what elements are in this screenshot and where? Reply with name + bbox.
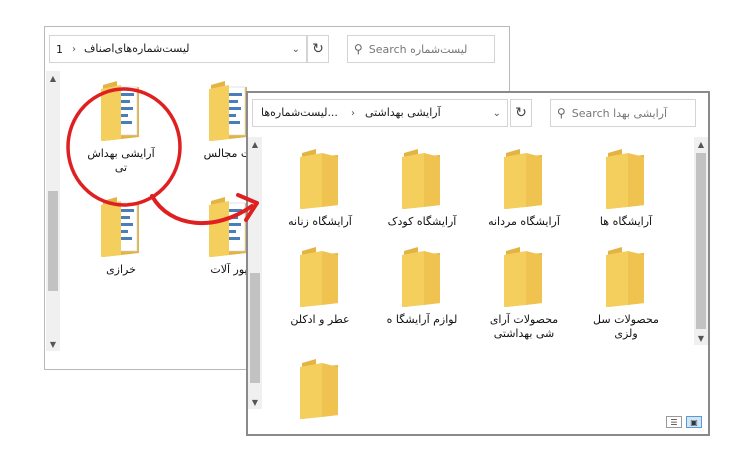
scroll-down-icon[interactable]: ▼ [694, 331, 708, 345]
address-path: لیست‌شماره‌های‌اصناف [84, 42, 190, 55]
address-root: ...لیست‌شماره‌ها [261, 106, 338, 119]
address-current: آرایشی بهداشتی [365, 106, 441, 119]
search-icon: ⚲ [557, 106, 566, 120]
vertical-scrollbar-right[interactable]: ▲ ▼ [694, 137, 708, 345]
chevron-down-icon[interactable]: ⌄ [292, 44, 300, 55]
folder-icon [604, 149, 648, 209]
folder-icon [207, 81, 251, 141]
folder-label: آرایشگاه ها [599, 215, 653, 228]
search-input[interactable]: ⚲ Search آرایشی بهدا [550, 99, 696, 127]
folder-item[interactable]: محصولات سل ولزی [590, 247, 662, 343]
folder-label: محصولات آرای شی بهداشتی [489, 313, 559, 340]
folder-icon [400, 247, 444, 307]
scroll-thumb[interactable] [696, 153, 706, 329]
folder-item[interactable]: آرایشگاه کودک [386, 149, 458, 245]
folder-icon [298, 359, 342, 419]
refresh-button[interactable]: ↻ [510, 99, 532, 127]
folder-icon [604, 247, 648, 307]
folder-icon [207, 197, 251, 257]
folder-label: عطر و ادکلن [290, 313, 350, 326]
search-input[interactable]: ⚲ Search لیست‌شماره [347, 35, 495, 63]
folder-label: آرایشگاه زنانه [288, 215, 352, 228]
folder-item[interactable]: آرایشی بهداش تی [85, 81, 157, 177]
folder-item[interactable]: خرازی [85, 197, 157, 293]
folder-icon [298, 149, 342, 209]
address-bar[interactable]: 1 ‹ لیست‌شماره‌های‌اصناف ⌄ [49, 35, 307, 63]
folder-label: آرایشی بهداش تی [87, 147, 155, 174]
folder-icon [400, 149, 444, 209]
chevron-left-icon: ‹ [351, 107, 355, 119]
address-trailing: 1 [56, 42, 63, 56]
folder-label: آرایشگاه کودک [387, 215, 457, 228]
folder-icon [502, 149, 546, 209]
folder-item[interactable]: آرایشگاه مردانه [488, 149, 560, 245]
folder-item[interactable]: آرایشگاه زنانه [284, 149, 356, 245]
view-toggle: ☰ ▣ [666, 416, 702, 428]
large-icons-view-icon[interactable]: ▣ [686, 416, 702, 428]
search-placeholder: Search آرایشی بهدا [571, 106, 668, 120]
folder-item[interactable]: لوازم آرایشگا ه [386, 247, 458, 343]
refresh-icon: ↻ [312, 41, 324, 57]
scroll-thumb[interactable] [250, 273, 260, 383]
folder-item[interactable]: آرایشگاه ها [590, 149, 662, 245]
vertical-scrollbar-left[interactable]: ▲ ▼ [248, 137, 262, 409]
folder-icon [502, 247, 546, 307]
details-view-icon[interactable]: ☰ [666, 416, 682, 428]
folder-icon [99, 81, 143, 141]
scroll-thumb[interactable] [48, 191, 58, 291]
address-bar[interactable]: ...لیست‌شماره‌ها ‹ آرایشی بهداشتی ⌄ [252, 99, 508, 127]
scroll-up-icon[interactable]: ▲ [46, 71, 60, 85]
folder-icon [298, 247, 342, 307]
scroll-up-icon[interactable]: ▲ [694, 137, 708, 151]
folder-icon [99, 197, 143, 257]
scroll-down-icon[interactable]: ▼ [46, 337, 60, 351]
explorer-window-front[interactable]: ...لیست‌شماره‌ها ‹ آرایشی بهداشتی ⌄ ↻ ⚲ … [246, 91, 710, 436]
folder-item[interactable]: محصولات آرای شی بهداشتی [488, 247, 560, 343]
folder-label: خرازی [106, 263, 136, 276]
chevron-left-icon: ‹ [72, 43, 76, 55]
folder-item[interactable]: عطر و ادکلن [284, 247, 356, 343]
search-icon: ⚲ [354, 42, 363, 56]
folder-item[interactable] [284, 359, 356, 415]
chevron-down-icon[interactable]: ⌄ [493, 108, 501, 119]
vertical-scrollbar[interactable]: ▲ ▼ [46, 71, 60, 351]
scroll-down-icon[interactable]: ▼ [248, 395, 262, 409]
search-placeholder: Search لیست‌شماره [368, 42, 468, 56]
folder-label: لوازم آرایشگا ه [386, 313, 458, 326]
scroll-up-icon[interactable]: ▲ [248, 137, 262, 151]
refresh-icon: ↻ [515, 105, 527, 121]
folder-label: محصولات سل ولزی [593, 313, 659, 340]
refresh-button[interactable]: ↻ [307, 35, 329, 63]
folder-label: آرایشگاه مردانه [488, 215, 560, 228]
